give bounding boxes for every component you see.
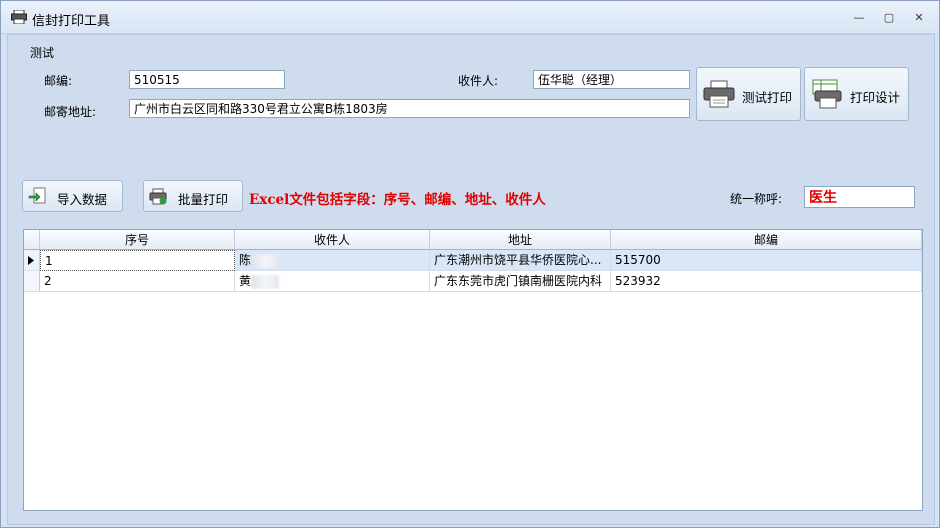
row-selector[interactable] — [24, 271, 40, 292]
printer-icon — [11, 10, 27, 24]
table-row[interactable]: 1 陈 广东潮州市饶平县华侨医院心... 515700 — [24, 250, 922, 271]
main-panel: 测试 邮编: 510515 收件人: 伍华聪（经理） 邮寄地址: 广州市白云区同… — [7, 34, 935, 525]
column-header-address[interactable]: 地址 — [430, 230, 611, 250]
cell-address[interactable]: 广东东莞市虎门镇南栅医院内科 — [430, 271, 611, 292]
batch-print-button[interactable]: 批量打印 — [143, 180, 243, 212]
print-design-button[interactable]: 打印设计 — [804, 67, 909, 121]
batch-print-label: 批量打印 — [178, 192, 229, 207]
import-button[interactable]: 导入数据 — [22, 180, 123, 212]
cell-zip[interactable]: 515700 — [611, 250, 922, 271]
print-design-icon — [812, 79, 842, 109]
cell-recipient[interactable]: 黄 — [235, 271, 430, 292]
test-print-button[interactable]: 测试打印 — [696, 67, 801, 121]
import-icon — [28, 187, 46, 204]
column-header-zip[interactable]: 邮编 — [611, 230, 922, 250]
data-grid: 序号 收件人 地址 邮编 1 陈 广东潮州市饶平县华侨医院心... 515700… — [23, 229, 923, 511]
address-label: 邮寄地址: — [44, 105, 97, 119]
batch-print-icon — [149, 188, 167, 205]
app-window: 信封打印工具 — ▢ ✕ 测试 邮编: 510515 收件人: 伍华聪（经理） … — [0, 0, 940, 528]
cell-recipient-text: 陈 — [239, 253, 252, 267]
column-header-recipient[interactable]: 收件人 — [235, 230, 430, 250]
blurred-name — [251, 274, 280, 289]
current-row-arrow-icon — [28, 256, 34, 265]
maximize-button[interactable]: ▢ — [881, 11, 897, 25]
row-selector[interactable] — [24, 250, 40, 271]
salutation-input[interactable]: 医生 — [804, 186, 915, 208]
address-input[interactable]: 广州市白云区同和路330号君立公寓B栋1803房 — [129, 99, 690, 118]
window-title: 信封打印工具 — [32, 14, 111, 29]
cell-recipient[interactable]: 陈 — [235, 250, 430, 271]
recipient-label: 收件人: — [458, 74, 499, 88]
title-bar: 信封打印工具 — ▢ ✕ — [1, 1, 939, 34]
recipient-input[interactable]: 伍华聪（经理） — [533, 70, 690, 89]
cell-recipient-text: 黄 — [239, 274, 252, 288]
print-design-label: 打印设计 — [850, 90, 901, 105]
table-row[interactable]: 2 黄 广东东莞市虎门镇南栅医院内科 523932 — [24, 271, 922, 292]
cell-seq[interactable]: 1 — [40, 250, 235, 271]
group-label: 测试 — [30, 46, 55, 60]
salutation-label: 统一称呼: — [730, 192, 783, 206]
printer-icon — [703, 80, 735, 108]
zip-input[interactable]: 510515 — [129, 70, 285, 89]
cell-address[interactable]: 广东潮州市饶平县华侨医院心... — [430, 250, 611, 271]
field-hint: Excel文件包括字段：序号、邮编、地址、收件人 — [249, 192, 546, 208]
zip-label: 邮编: — [44, 74, 73, 88]
grid-corner — [24, 230, 40, 250]
minimize-button[interactable]: — — [851, 11, 867, 25]
close-button[interactable]: ✕ — [911, 11, 927, 25]
cell-zip[interactable]: 523932 — [611, 271, 922, 292]
cell-seq[interactable]: 2 — [40, 271, 235, 292]
blurred-name — [251, 253, 280, 268]
test-print-label: 测试打印 — [742, 90, 793, 105]
column-header-seq[interactable]: 序号 — [40, 230, 235, 250]
import-label: 导入数据 — [57, 192, 108, 207]
